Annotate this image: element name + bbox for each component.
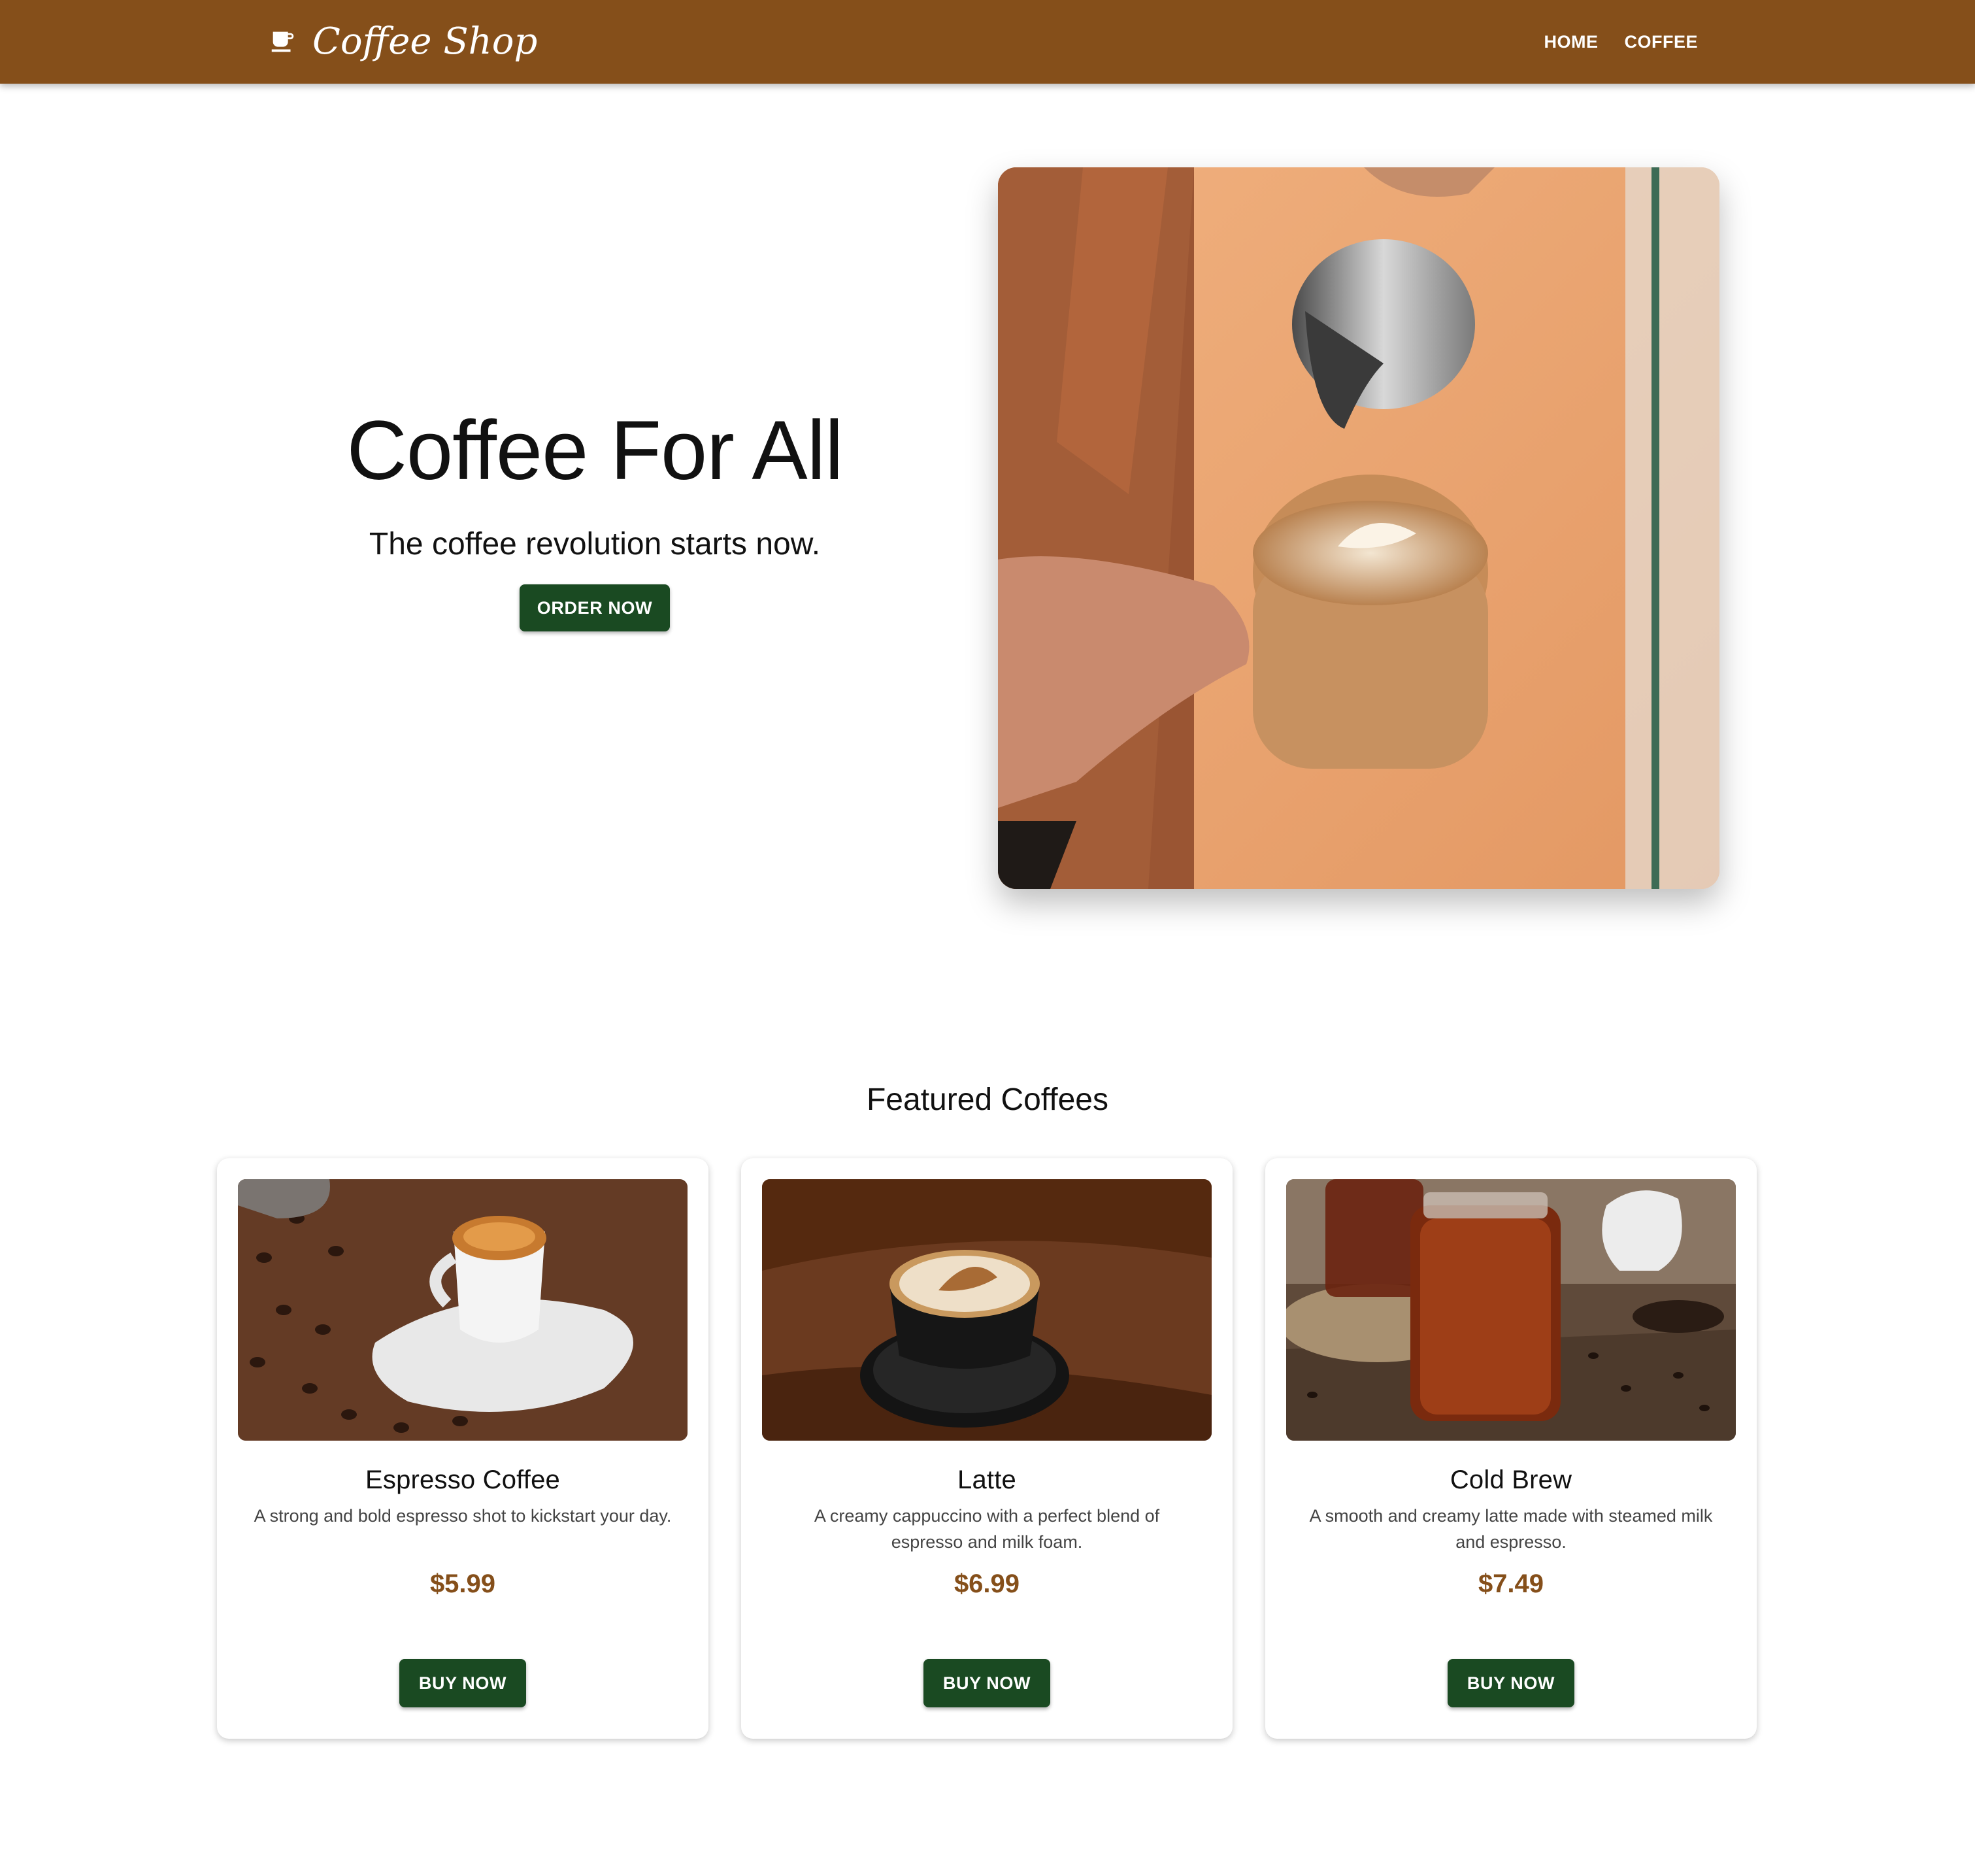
buy-now-button[interactable]: BUY NOW	[399, 1659, 526, 1707]
order-now-button[interactable]: ORDER NOW	[520, 584, 670, 631]
espresso-image	[238, 1179, 688, 1441]
latte-image	[762, 1179, 1212, 1441]
product-card-espresso: Espresso Coffee A strong and bold espres…	[217, 1158, 708, 1739]
cold-brew-image	[1286, 1179, 1736, 1441]
product-price: $6.99	[954, 1569, 1020, 1598]
hero-text: Coffee For All The coffee revolution sta…	[248, 405, 941, 631]
brand[interactable]: Coffee Shop	[268, 18, 537, 65]
hero-image	[998, 167, 1719, 889]
buy-now-button[interactable]: BUY NOW	[1448, 1659, 1574, 1707]
product-name: Espresso Coffee	[365, 1466, 560, 1494]
product-description: A creamy cappuccino with a perfect blend…	[814, 1506, 1160, 1552]
hero-title: Coffee For All	[346, 404, 843, 497]
coffee-cup-icon	[271, 31, 294, 52]
product-name: Latte	[957, 1466, 1016, 1494]
product-description: A smooth and creamy latte made with stea…	[1309, 1506, 1713, 1552]
nav-home-link[interactable]: HOME	[1544, 32, 1598, 52]
cold-brew-jar-photo	[1286, 1179, 1736, 1441]
featured-title: Featured Coffees	[866, 1082, 1108, 1117]
product-price: $7.49	[1478, 1569, 1544, 1598]
latte-art-pouring-photo	[998, 167, 1719, 889]
product-price: $5.99	[429, 1569, 496, 1598]
app-header: Coffee Shop HOME COFFEE	[0, 0, 1975, 84]
product-description: A strong and bold espresso shot to kicks…	[254, 1506, 672, 1526]
espresso-cup-photo	[238, 1179, 688, 1441]
hero-subtitle: The coffee revolution starts now.	[369, 526, 821, 561]
latte-cup-photo	[762, 1179, 1212, 1441]
product-name: Cold Brew	[1450, 1466, 1572, 1494]
brand-title: Coffee Shop	[312, 20, 538, 63]
product-card-latte: Latte A creamy cappuccino with a perfect…	[741, 1158, 1233, 1739]
product-card-cold-brew: Cold Brew A smooth and creamy latte made…	[1265, 1158, 1757, 1739]
main-nav: HOME COFFEE	[1518, 0, 1698, 84]
buy-now-button[interactable]: BUY NOW	[923, 1659, 1050, 1707]
nav-coffee-link[interactable]: COFFEE	[1624, 32, 1698, 52]
